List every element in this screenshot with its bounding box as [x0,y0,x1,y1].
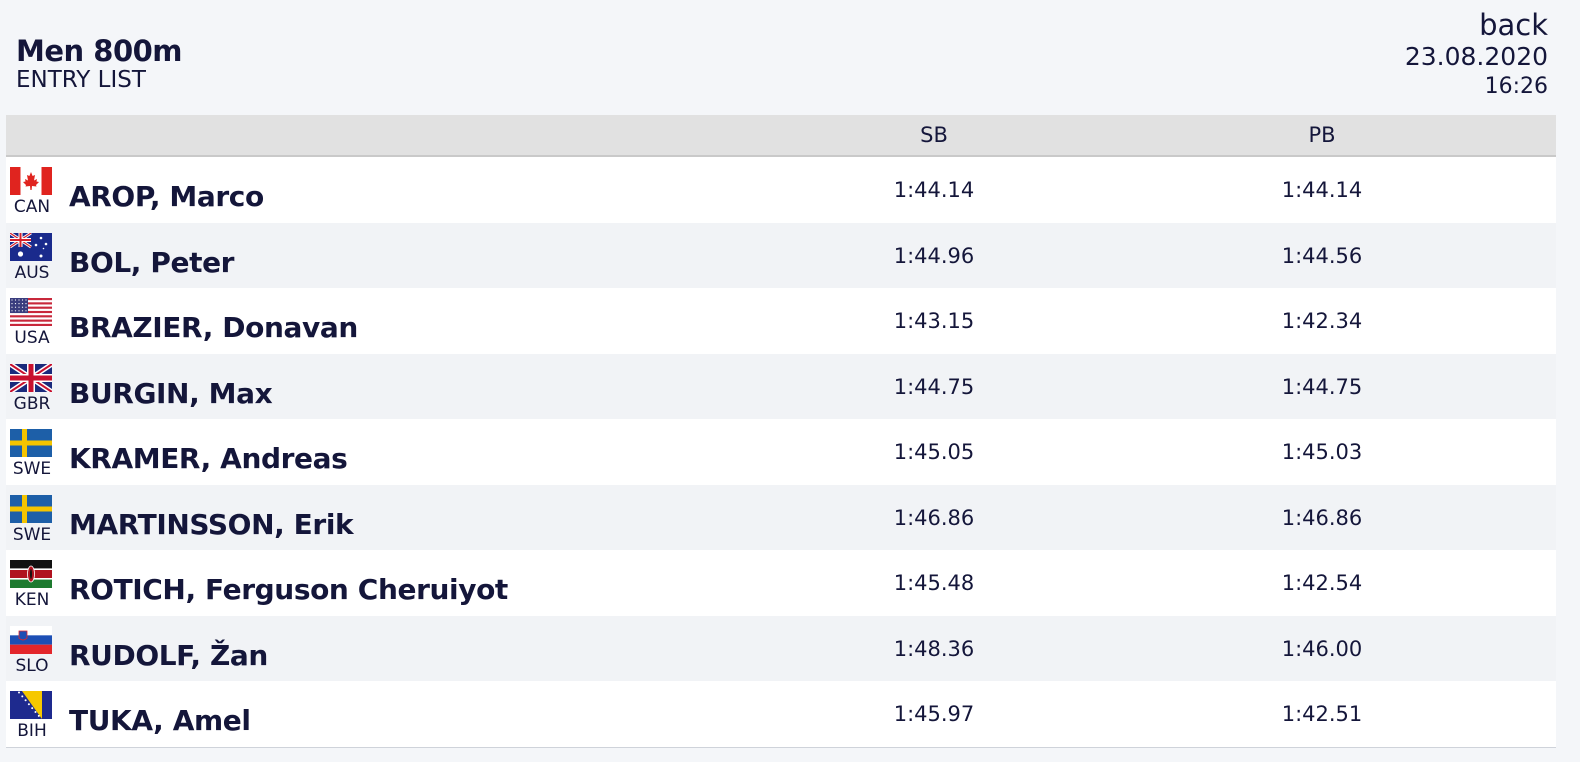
personal-best: 1:44.75 [1281,374,1363,399]
country-code: SLO [15,655,49,676]
sweden-flag-icon [10,494,52,523]
column-header-pb: PB [1308,123,1336,147]
personal-best: 1:46.00 [1281,636,1363,661]
event-time: 16:26 [1484,74,1548,99]
table-body: CAN AROP, Marco 1:44.14 1:44.14 AUS BOL, Pete… [6,157,1556,747]
back-link[interactable]: back [1405,8,1548,42]
uk-flag-icon [10,363,52,392]
season-best: 1:48.36 [893,636,975,661]
country-code: USA [14,328,50,348]
table-header: SB PB [6,115,1556,157]
season-best: 1:44.75 [893,374,975,399]
table-row: USA BRAZIER, Donavan 1:43.15 1:42.34 [6,288,1556,354]
canada-flag-icon [10,167,52,195]
season-best: 1:46.86 [893,505,975,530]
column-header-sb: SB [920,123,948,147]
athlete-name[interactable]: AROP, Marco [69,179,264,215]
athlete-name[interactable]: BOL, Peter [69,245,234,281]
season-best: 1:45.97 [893,702,975,726]
personal-best: 1:42.51 [1281,702,1363,726]
table-row: GBR BURGIN, Max 1:44.75 1:44.75 [6,353,1556,419]
entry-table: SB PB CAN AROP, Marco 1:44.14 1:44.14 AUS BOL… [6,115,1556,748]
season-best: 1:43.15 [893,309,975,333]
sweden-flag-icon [10,429,52,457]
season-best: 1:45.48 [893,571,975,595]
season-best: 1:45.05 [893,440,975,464]
country-code: GBR [13,393,51,414]
country-code: KEN [14,590,50,610]
table-row: CAN AROP, Marco 1:44.14 1:44.14 [6,157,1556,223]
athlete-name[interactable]: MARTINSSON, Erik [69,507,354,543]
usa-flag-icon [10,298,52,326]
table-row: SWE MARTINSSON, Erik 1:46.86 1:46.86 [6,484,1556,550]
country-code: BIH [17,721,47,741]
personal-best: 1:42.54 [1281,571,1363,595]
athlete-name[interactable]: TUKA, Amel [69,703,251,739]
country-code: SWE [12,459,52,479]
entry-list-page: Men 800m ENTRY LIST back 23.08.2020 16:2… [0,0,1580,762]
personal-best: 1:45.03 [1281,440,1363,464]
table-row: SLO RUDOLF, Žan 1:48.36 1:46.00 [6,615,1556,681]
athlete-name[interactable]: RUDOLF, Žan [69,638,268,674]
australia-flag-icon [10,232,52,261]
athlete-name[interactable]: BURGIN, Max [69,376,273,412]
table-row: SWE KRAMER, Andreas 1:45.05 1:45.03 [6,419,1556,485]
slovenia-flag-icon [10,625,52,654]
event-subtitle: ENTRY LIST [16,67,146,93]
bosnia-flag-icon [10,691,52,719]
personal-best: 1:46.86 [1281,505,1363,530]
kenya-flag-icon [10,560,52,588]
season-best: 1:44.96 [893,243,975,268]
personal-best: 1:44.56 [1281,243,1363,268]
athlete-name[interactable]: KRAMER, Andreas [69,441,348,477]
country-code: AUS [14,262,50,283]
table-row: KEN ROTICH, Ferguson Cheruiyot 1:45.48 1:42… [6,550,1556,616]
event-meta: back 23.08.2020 16:26 [1405,8,1548,102]
athlete-name[interactable]: ROTICH, Ferguson Cheruiyot [69,572,508,608]
event-date: 23.08.2020 [1404,42,1548,71]
event-title: Men 800m [16,34,183,68]
table-row: AUS BOL, Peter 1:44.96 1:44.56 [6,222,1556,288]
country-code: CAN [13,197,51,217]
table-row: BIH TUKA, Amel 1:45.97 1:42.51 [6,681,1556,747]
season-best: 1:44.14 [893,178,975,202]
athlete-name[interactable]: BRAZIER, Donavan [69,310,358,346]
personal-best: 1:42.34 [1281,309,1363,333]
country-code: SWE [12,524,52,545]
personal-best: 1:44.14 [1281,178,1363,202]
event-header: Men 800m ENTRY LIST [16,34,183,93]
